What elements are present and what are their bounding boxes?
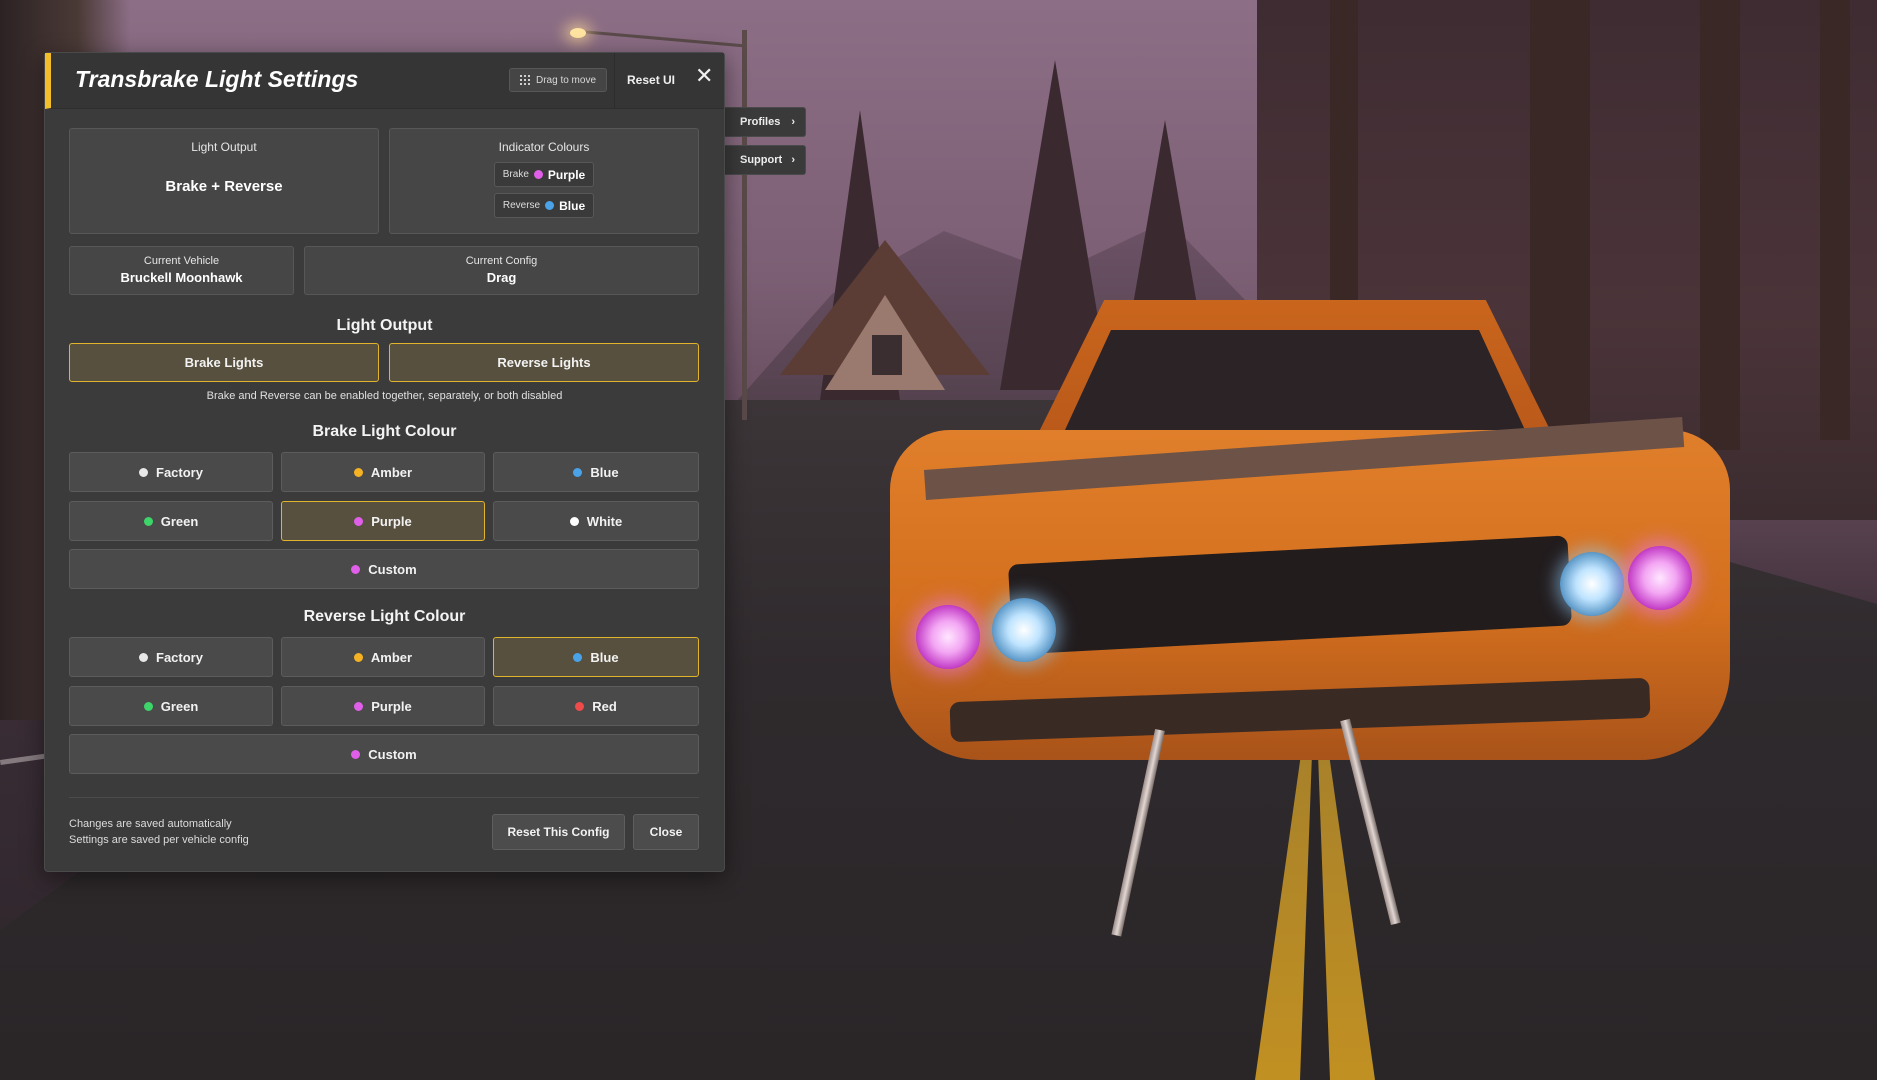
reverse-lights-toggle-label: Reverse Lights bbox=[497, 355, 591, 370]
tail-light-left-inner bbox=[992, 598, 1056, 662]
reverse-colour-purple-label: Purple bbox=[371, 698, 412, 714]
reverse-colour-purple[interactable]: Purple bbox=[281, 686, 485, 726]
brake-colour-blue-label: Blue bbox=[590, 464, 619, 480]
factory-dot-icon bbox=[139, 652, 149, 662]
tail-light-right-inner bbox=[1560, 552, 1624, 616]
reverse-colour-factory-label: Factory bbox=[156, 649, 203, 665]
green-dot-icon bbox=[143, 701, 153, 711]
support-tab-label: Support bbox=[740, 154, 783, 166]
drag-handle-label: Drag to move bbox=[535, 74, 597, 86]
reverse-colour-blue[interactable]: Blue bbox=[493, 637, 699, 677]
indicator-colours-card: Indicator Colours Brake Purple Reverse B… bbox=[389, 128, 699, 234]
reverse-indicator-label: Reverse bbox=[502, 200, 541, 211]
reverse-lights-toggle[interactable]: Reverse Lights bbox=[389, 343, 699, 382]
light-output-summary-card: Light Output Brake + Reverse bbox=[69, 128, 379, 234]
custom-dot-icon bbox=[351, 564, 361, 574]
brake-colour-green[interactable]: Green bbox=[69, 501, 273, 541]
reverse-colour-amber[interactable]: Amber bbox=[281, 637, 485, 677]
reverse-indicator-value: Blue bbox=[559, 198, 586, 213]
brake-indicator-chip: Brake Purple bbox=[493, 162, 595, 187]
chevron-right-icon: › bbox=[791, 154, 795, 166]
car-rear-window bbox=[1065, 330, 1525, 430]
brake-colour-custom-label: Custom bbox=[368, 561, 417, 577]
brake-colour-amber[interactable]: Amber bbox=[281, 452, 485, 492]
brake-colour-blue[interactable]: Blue bbox=[493, 452, 699, 492]
drag-car bbox=[880, 300, 1740, 937]
light-output-heading: Light Output bbox=[336, 317, 433, 334]
brake-colour-factory-label: Factory bbox=[156, 464, 203, 480]
amber-dot-icon bbox=[353, 467, 363, 477]
brake-indicator-value: Purple bbox=[547, 167, 586, 182]
brake-colour-green-label: Green bbox=[160, 513, 199, 529]
reset-ui-button[interactable]: Reset UI bbox=[627, 73, 675, 87]
drag-handle[interactable]: Drag to move bbox=[509, 68, 607, 92]
tree-trunk bbox=[1820, 0, 1850, 440]
chevron-right-icon: › bbox=[791, 116, 795, 128]
reverse-colour-blue-label: Blue bbox=[590, 649, 619, 665]
close-icon[interactable]: ✕ bbox=[695, 65, 713, 87]
light-output-summary-label: Light Output bbox=[191, 140, 257, 154]
header-divider bbox=[614, 53, 615, 109]
brake-colour-heading: Brake Light Colour bbox=[312, 423, 457, 440]
save-note-auto: Changes are saved automatically bbox=[69, 818, 232, 830]
brake-colour-amber-label: Amber bbox=[370, 464, 413, 480]
light-output-hint: Brake and Reverse can be enabled togethe… bbox=[206, 390, 563, 402]
indicator-colours-label: Indicator Colours bbox=[498, 140, 590, 154]
close-button[interactable]: Close bbox=[633, 814, 699, 850]
profiles-tab[interactable]: Profiles › bbox=[724, 107, 806, 137]
brake-colour-custom[interactable]: Custom bbox=[69, 549, 699, 589]
tail-light-right-outer bbox=[1628, 546, 1692, 610]
reverse-colour-factory[interactable]: Factory bbox=[69, 637, 273, 677]
reverse-colour-amber-label: Amber bbox=[370, 649, 413, 665]
reset-config-button[interactable]: Reset This Config bbox=[492, 814, 625, 850]
reverse-colour-red-label: Red bbox=[592, 698, 617, 714]
blue-dot-icon bbox=[573, 652, 583, 662]
reverse-colour-green[interactable]: Green bbox=[69, 686, 273, 726]
brake-lights-toggle-label: Brake Lights bbox=[184, 355, 264, 370]
brake-colour-white-label: White bbox=[586, 513, 623, 529]
brake-colour-purple[interactable]: Purple bbox=[281, 501, 485, 541]
street-lamp-post bbox=[742, 30, 747, 420]
current-config-label: Current Config bbox=[465, 255, 538, 267]
custom-dot-icon bbox=[351, 749, 361, 759]
footer-divider bbox=[69, 797, 699, 798]
white-dot-icon bbox=[569, 516, 579, 526]
purple-dot-icon bbox=[533, 170, 543, 179]
brake-colour-white[interactable]: White bbox=[493, 501, 699, 541]
purple-dot-icon bbox=[354, 516, 364, 526]
reverse-indicator-chip: Reverse Blue bbox=[493, 193, 595, 218]
amber-dot-icon bbox=[353, 652, 363, 662]
brake-indicator-label: Brake bbox=[502, 169, 529, 180]
save-note-per-config: Settings are saved per vehicle config bbox=[69, 834, 249, 846]
grip-icon bbox=[519, 75, 530, 85]
panel-header: Transbrake Light Settings Drag to move R… bbox=[45, 53, 724, 109]
reverse-colour-custom[interactable]: Custom bbox=[69, 734, 699, 774]
support-tab[interactable]: Support › bbox=[724, 145, 806, 175]
reverse-colour-red[interactable]: Red bbox=[493, 686, 699, 726]
current-config-value: Drag bbox=[486, 270, 517, 285]
brake-colour-purple-label: Purple bbox=[371, 513, 412, 529]
purple-dot-icon bbox=[354, 701, 364, 711]
brake-lights-toggle[interactable]: Brake Lights bbox=[69, 343, 379, 382]
save-notes: Changes are saved automatically Settings… bbox=[69, 816, 249, 848]
panel-title: Transbrake Light Settings bbox=[75, 66, 359, 92]
reverse-colour-green-label: Green bbox=[160, 698, 199, 714]
transbrake-settings-panel: Transbrake Light Settings Drag to move R… bbox=[44, 52, 725, 872]
light-output-summary-value: Brake + Reverse bbox=[165, 178, 283, 195]
street-lamp-light bbox=[570, 28, 586, 38]
reverse-colour-heading: Reverse Light Colour bbox=[303, 608, 466, 625]
factory-dot-icon bbox=[139, 467, 149, 477]
current-vehicle-value: Bruckell Moonhawk bbox=[120, 270, 243, 285]
tail-light-left-outer bbox=[916, 605, 980, 669]
profiles-tab-label: Profiles bbox=[740, 116, 781, 128]
green-dot-icon bbox=[143, 516, 153, 526]
current-vehicle-label: Current Vehicle bbox=[143, 255, 220, 267]
reverse-colour-custom-label: Custom bbox=[368, 746, 417, 762]
blue-dot-icon bbox=[545, 201, 555, 210]
red-dot-icon bbox=[575, 701, 585, 711]
current-vehicle-card: Current Vehicle Bruckell Moonhawk bbox=[69, 246, 294, 295]
current-config-card: Current Config Drag bbox=[304, 246, 699, 295]
blue-dot-icon bbox=[573, 467, 583, 477]
brake-colour-factory[interactable]: Factory bbox=[69, 452, 273, 492]
